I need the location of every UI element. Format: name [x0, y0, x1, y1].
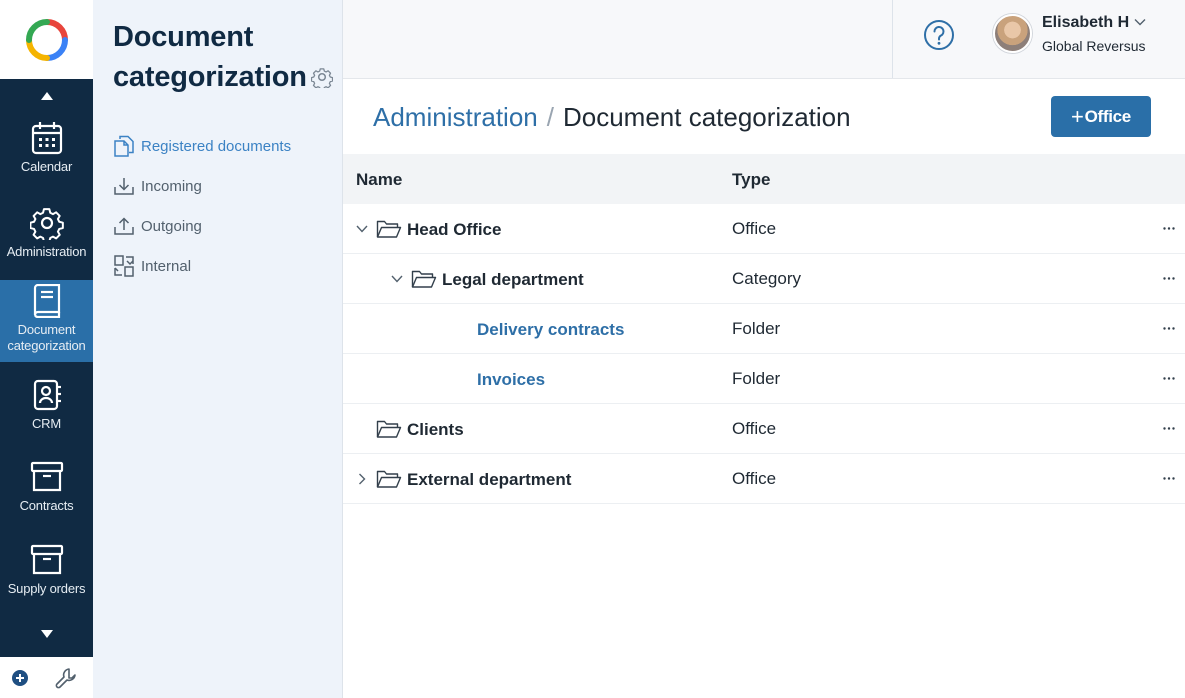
gear-icon[interactable] — [310, 66, 333, 88]
subnav-item-outgoing[interactable]: Outgoing — [113, 206, 338, 246]
rail-item-crm[interactable]: CRM — [0, 377, 93, 447]
wrench-icon[interactable] — [55, 667, 77, 689]
triangle-down-icon — [40, 630, 53, 638]
section-title-text: Document categorization — [113, 21, 307, 93]
more-horizontal-icon[interactable] — [1161, 370, 1177, 386]
row-name[interactable]: Head Office — [407, 220, 501, 240]
rail-item-supply-orders[interactable]: Supply orders — [0, 542, 93, 617]
more-horizontal-icon[interactable] — [1161, 420, 1177, 436]
subnav-item-label: Incoming — [141, 177, 202, 195]
folder-open-icon — [411, 270, 437, 288]
calendar-icon — [30, 120, 64, 156]
expand-toggle[interactable] — [356, 472, 368, 486]
documents-icon — [113, 135, 134, 157]
subnav-item-incoming[interactable]: Incoming — [113, 166, 338, 206]
rail-scroll-up[interactable] — [0, 86, 93, 106]
subnav-item-label: Outgoing — [141, 217, 202, 235]
row-type: Category — [732, 269, 801, 288]
row-name[interactable]: Legal department — [442, 270, 584, 290]
collapse-toggle[interactable] — [356, 222, 368, 236]
rail-item-contracts[interactable]: Contracts — [0, 459, 93, 534]
row-name-link[interactable]: Invoices — [477, 370, 545, 390]
table-row[interactable]: Legal department Category — [343, 254, 1185, 304]
rail-item-label: Administration — [6, 244, 87, 259]
rail-item-label: Contracts — [19, 498, 74, 513]
contact-icon — [30, 377, 64, 413]
table-row[interactable]: Clients Office — [343, 404, 1185, 454]
add-office-button[interactable]: + Office — [1051, 96, 1151, 137]
rail-item-label: Document categorization — [7, 322, 86, 353]
header-divider — [892, 0, 893, 78]
chevron-down-icon — [356, 225, 368, 233]
folder-open-icon — [376, 220, 402, 238]
subnav-item-label: Registered documents — [141, 137, 292, 155]
app-logo[interactable] — [0, 0, 93, 79]
categorization-table: Name Type Head Office Office Legal depar… — [343, 154, 1185, 504]
row-name[interactable]: Clients — [407, 420, 464, 440]
chevron-down-icon — [1134, 19, 1146, 26]
plus-icon: + — [1071, 103, 1084, 129]
row-name-link[interactable]: Delivery contracts — [477, 320, 624, 340]
folder-open-icon — [376, 470, 402, 488]
rail-item-label: CRM — [31, 416, 61, 431]
rail-item-label: Supply orders — [7, 581, 86, 596]
rail-item-label: Calendar — [20, 159, 73, 174]
upload-tray-icon — [113, 215, 134, 237]
rail-item-document-categorization[interactable]: Document categorization — [0, 280, 93, 362]
rail-item-calendar[interactable]: Calendar — [0, 120, 93, 200]
rail-scroll-down[interactable] — [0, 624, 93, 644]
rail-footer — [0, 657, 93, 698]
book-icon — [30, 283, 64, 319]
column-header-type[interactable]: Type — [732, 170, 770, 190]
table-row[interactable]: External department Office — [343, 454, 1185, 504]
rail-item-administration[interactable]: Administration — [0, 205, 93, 280]
section-title: Document categorization — [113, 17, 338, 97]
archive-box-icon — [30, 459, 64, 495]
more-horizontal-icon[interactable] — [1161, 220, 1177, 236]
breadcrumb-administration-link[interactable]: Administration — [373, 102, 538, 133]
folder-open-icon — [376, 420, 402, 438]
table-row[interactable]: Delivery contracts Folder — [343, 304, 1185, 354]
row-name[interactable]: External department — [407, 470, 571, 490]
more-horizontal-icon[interactable] — [1161, 470, 1177, 486]
section-sidebar: Document categorization Registered docum… — [93, 0, 343, 698]
add-circle-icon[interactable] — [12, 670, 28, 686]
top-header: Elisabeth H Global Reversus — [343, 0, 1185, 79]
more-horizontal-icon[interactable] — [1161, 270, 1177, 286]
row-type: Folder — [732, 369, 781, 388]
section-nav: Registered documents Incoming Outgoing I… — [113, 126, 338, 286]
swap-icon — [113, 255, 134, 277]
user-name: Elisabeth H — [1042, 14, 1130, 31]
gear-icon — [29, 205, 64, 241]
row-type: Office — [732, 419, 777, 438]
chevron-right-icon — [359, 473, 366, 485]
more-horizontal-icon[interactable] — [1161, 320, 1177, 336]
download-tray-icon — [113, 175, 134, 197]
table-row[interactable]: Head Office Office — [343, 204, 1185, 254]
chevron-down-icon — [391, 275, 403, 283]
logo-icon — [25, 18, 68, 61]
breadcrumb-separator: / — [546, 101, 554, 132]
add-office-button-label: Office — [1084, 106, 1132, 126]
table-row[interactable]: Invoices Folder — [343, 354, 1185, 404]
subnav-item-label: Internal — [141, 257, 192, 275]
help-icon[interactable] — [923, 19, 955, 51]
app-rail: Calendar Administration Document categor… — [0, 0, 93, 698]
row-type: Office — [732, 469, 777, 488]
user-menu[interactable]: Elisabeth H Global Reversus — [993, 14, 1183, 56]
subnav-item-internal[interactable]: Internal — [113, 246, 338, 286]
user-company: Global Reversus — [1042, 38, 1146, 54]
table-header: Name Type — [343, 154, 1185, 204]
archive-box-icon — [30, 542, 64, 578]
avatar — [993, 14, 1032, 53]
page-title: Document categorization — [562, 101, 851, 132]
subnav-item-registered-documents[interactable]: Registered documents — [113, 126, 338, 166]
triangle-up-icon — [40, 92, 53, 100]
column-header-name[interactable]: Name — [356, 170, 402, 190]
collapse-toggle[interactable] — [391, 272, 403, 286]
row-type: Folder — [732, 319, 781, 338]
breadcrumb: Administration / Document categorization — [373, 100, 851, 134]
row-type: Office — [732, 219, 777, 238]
